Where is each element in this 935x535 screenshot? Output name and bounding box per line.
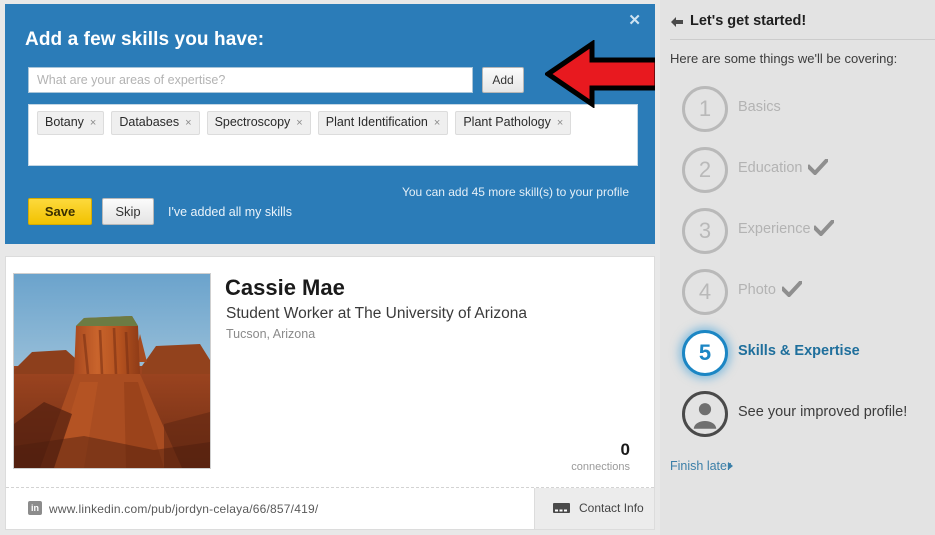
skill-tag[interactable]: Plant Identification × (317, 111, 449, 135)
step-label: Basics (738, 99, 781, 115)
profile-headline: Student Worker at The University of Ariz… (226, 305, 527, 322)
connections-label: connections (571, 461, 630, 473)
panel-title: Add a few skills you have: (25, 29, 265, 50)
save-button[interactable]: Save (28, 198, 92, 225)
sidebar-step-education[interactable]: 2 Education (660, 145, 935, 206)
back-arrow-icon[interactable] (670, 16, 684, 28)
sidebar-step-photo[interactable]: 4 Photo (660, 267, 935, 328)
contact-info-button[interactable]: Contact Info (534, 488, 654, 529)
sidebar-step-experience[interactable]: 3 Experience (660, 206, 935, 267)
person-icon (693, 403, 717, 429)
skills-tag-container: Botany × Databases × Spectroscopy × Plant Iden… (28, 104, 638, 166)
skill-tag-label: Botany (45, 115, 84, 129)
step-number-circle: 2 (682, 147, 728, 193)
skill-quota-note: You can add 45 more skill(s) to your pro… (401, 185, 629, 199)
app-root: ✕ Add a few skills you have: Add Botany ×… (0, 0, 935, 535)
step-number-circle: 4 (682, 269, 728, 315)
skip-button[interactable]: Skip (102, 198, 154, 225)
checkmark-icon (782, 281, 802, 297)
close-icon[interactable]: ✕ (628, 13, 641, 28)
step-number-circle: 1 (682, 86, 728, 132)
linkedin-icon: in (28, 501, 42, 515)
checkmark-icon (808, 159, 828, 175)
main-column: ✕ Add a few skills you have: Add Botany ×… (0, 0, 660, 535)
step-number-circle: 3 (682, 208, 728, 254)
skill-tag[interactable]: Databases × (111, 111, 200, 135)
finish-later-link[interactable]: Finish later (670, 459, 731, 473)
sidebar-divider (670, 39, 935, 40)
remove-skill-icon[interactable]: × (434, 117, 440, 129)
step-label: Education (738, 160, 803, 176)
skill-tag-label: Plant Identification (325, 115, 428, 129)
profile-location: Tucson, Arizona (226, 327, 316, 341)
remove-skill-icon[interactable]: × (185, 117, 191, 129)
connections-count: 0 (620, 440, 630, 459)
checkmark-icon (814, 220, 834, 236)
butte-landscape-image (14, 274, 210, 468)
step-label: Skills & Expertise (738, 343, 860, 359)
sidebar-step-improved-profile[interactable]: See your improved profile! (660, 389, 935, 450)
step-label: Experience (738, 221, 811, 237)
contact-card-icon (553, 503, 570, 513)
add-skills-panel: ✕ Add a few skills you have: Add Botany ×… (5, 4, 655, 244)
profile-photo[interactable] (13, 273, 211, 469)
onboarding-sidebar: Let's get started! Here are some things … (660, 0, 935, 535)
step-label: See your improved profile! (738, 404, 908, 420)
remove-skill-icon[interactable]: × (90, 117, 96, 129)
skill-tag[interactable]: Plant Pathology × (455, 111, 572, 135)
sidebar-step-skills-expertise[interactable]: 5 Skills & Expertise (660, 328, 935, 389)
sidebar-step-basics[interactable]: 1 Basics (660, 84, 935, 145)
skills-input[interactable] (28, 67, 473, 93)
skill-tag-label: Databases (119, 115, 180, 129)
step-number-circle: 5 (682, 330, 728, 376)
added-all-skills-link[interactable]: I've added all my skills (168, 205, 292, 219)
remove-skill-icon[interactable]: × (557, 117, 563, 129)
remove-skill-icon[interactable]: × (296, 117, 302, 129)
profile-name: Cassie Mae (225, 275, 345, 300)
sidebar-header: Let's get started! (690, 13, 807, 29)
sidebar-subheader: Here are some things we'll be covering: (670, 51, 898, 66)
skill-tag-label: Spectroscopy (214, 115, 291, 129)
red-left-arrow-annotation (545, 40, 655, 108)
profile-card: Cassie Mae Student Worker at The Univers… (5, 256, 655, 530)
skill-tag[interactable]: Botany × (37, 111, 105, 135)
chevron-right-icon (728, 462, 733, 470)
step-label: Photo (738, 282, 776, 298)
profile-url[interactable]: www.linkedin.com/pub/jordyn-celaya/66/85… (49, 502, 318, 516)
profile-avatar-circle (682, 391, 728, 437)
contact-info-label: Contact Info (579, 501, 644, 515)
onboarding-steps: 1 Basics 2 Education 3 Experience 4 Phot… (660, 84, 935, 450)
profile-card-footer: in www.linkedin.com/pub/jordyn-celaya/66… (6, 487, 654, 529)
skill-tag[interactable]: Spectroscopy × (206, 111, 311, 135)
skill-tag-label: Plant Pathology (463, 115, 551, 129)
add-skill-button[interactable]: Add (482, 67, 524, 93)
